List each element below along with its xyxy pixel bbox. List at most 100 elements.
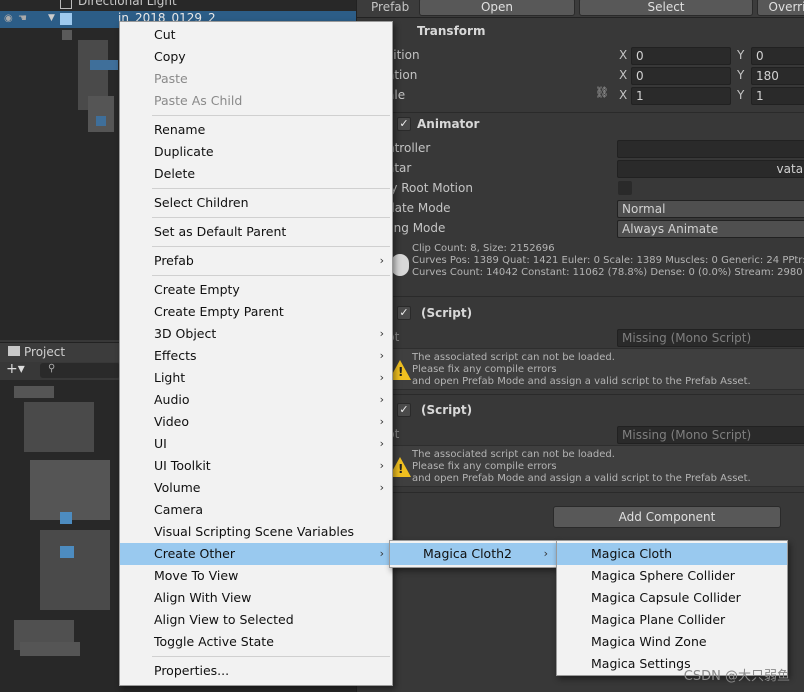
menu-item-volume[interactable]: Volume ›	[120, 477, 392, 499]
controller-field[interactable]	[617, 140, 804, 158]
prefab-label: Prefab	[371, 0, 410, 14]
obscured-item	[90, 60, 118, 70]
open-prefab-button[interactable]: Open	[419, 0, 575, 16]
obscured-item	[62, 30, 72, 40]
rotation-y-field[interactable]: 180	[751, 67, 804, 85]
menu-item-camera[interactable]: Camera	[120, 499, 392, 521]
add-component-button[interactable]: Add Component	[553, 506, 781, 528]
menu-item-label: Paste As Child	[154, 93, 243, 108]
script-enabled-checkbox[interactable]: ✓	[397, 306, 411, 320]
chevron-right-icon: ›	[379, 437, 384, 450]
menu-item-rename[interactable]: Rename	[120, 119, 392, 141]
scale-x-field[interactable]: 1	[631, 87, 731, 105]
obscured-item	[30, 460, 110, 520]
menu-item-label: UI Toolkit	[154, 458, 211, 473]
pick-icon[interactable]: ☚	[18, 13, 27, 24]
script-enabled-checkbox[interactable]: ✓	[397, 403, 411, 417]
animator-info-line: Clip Count: 8, Size: 2152696	[412, 243, 555, 254]
rotation-x-field[interactable]: 0	[631, 67, 731, 85]
menu-item-delete[interactable]: Delete	[120, 163, 392, 185]
menu-item-copy[interactable]: Copy	[120, 46, 392, 68]
menu-item-label: Audio	[154, 392, 190, 407]
menu-item-effects[interactable]: Effects ›	[120, 345, 392, 367]
x-label: X	[619, 68, 628, 82]
chevron-right-icon: ›	[543, 547, 548, 560]
magica-cloth2-submenu: Magica Cloth Magica Sphere Collider Magica…	[556, 540, 788, 676]
obscured-item	[14, 386, 54, 398]
script-field[interactable]: Missing (Mono Script)	[617, 426, 804, 444]
select-prefab-button[interactable]: Select	[579, 0, 753, 16]
warning-line: Please fix any compile errors	[412, 461, 557, 472]
menu-item-create-empty-parent[interactable]: Create Empty Parent	[120, 301, 392, 323]
menu-item-label: Magica Capsule Collider	[591, 590, 741, 605]
update-mode-dropdown[interactable]: Normal	[617, 200, 804, 218]
position-x-field[interactable]: 0	[631, 47, 731, 65]
script-field[interactable]: Missing (Mono Script)	[617, 329, 804, 347]
obscured-item	[60, 512, 72, 524]
culling-mode-dropdown[interactable]: Always Animate	[617, 220, 804, 238]
menu-item-magica-sphere-collider[interactable]: Magica Sphere Collider	[557, 565, 787, 587]
menu-item-ui[interactable]: UI ›	[120, 433, 392, 455]
menu-item-label: Create Empty	[154, 282, 240, 297]
constrain-proportions-icon[interactable]: ⛓	[595, 86, 609, 99]
hierarchy-item[interactable]: Directional Light	[0, 0, 356, 11]
expand-arrow-icon[interactable]: ▼	[48, 13, 55, 23]
chevron-right-icon: ›	[379, 371, 384, 384]
overrides-dropdown[interactable]: Overri	[757, 0, 804, 16]
y-label: Y	[737, 48, 745, 62]
menu-item-magica-plane-collider[interactable]: Magica Plane Collider	[557, 609, 787, 631]
menu-item-video[interactable]: Video ›	[120, 411, 392, 433]
transform-title[interactable]: Transform	[417, 24, 485, 38]
menu-item-label: UI	[154, 436, 167, 451]
script-title[interactable]: (Script)	[421, 403, 472, 417]
menu-item-select-children[interactable]: Select Children	[120, 192, 392, 214]
animator-enabled-checkbox[interactable]: ✓	[397, 117, 411, 131]
project-tab[interactable]: Project	[24, 345, 65, 359]
warning-line: The associated script can not be loaded.	[412, 449, 615, 460]
menu-item-move-to-view[interactable]: Move To View	[120, 565, 392, 587]
apply-root-motion-checkbox[interactable]	[618, 181, 632, 195]
menu-item-duplicate[interactable]: Duplicate	[120, 141, 392, 163]
chevron-right-icon: ›	[379, 547, 384, 560]
menu-item-magica-cloth[interactable]: Magica Cloth	[557, 543, 787, 565]
script-title[interactable]: (Script)	[421, 306, 472, 320]
menu-item-label: Magica Settings	[591, 656, 691, 671]
menu-item-magica-capsule-collider[interactable]: Magica Capsule Collider	[557, 587, 787, 609]
add-icon[interactable]: +▾	[6, 361, 25, 377]
menu-item-align-with-view[interactable]: Align With View	[120, 587, 392, 609]
menu-item-light[interactable]: Light ›	[120, 367, 392, 389]
menu-item-cut[interactable]: Cut	[120, 24, 392, 46]
menu-item-create-other[interactable]: Create Other ›	[120, 543, 392, 565]
menu-item-label: Select Children	[154, 195, 249, 210]
menu-item-magica-cloth2[interactable]: Magica Cloth2 ›	[390, 543, 556, 565]
menu-item-visual-scripting-scene-variables[interactable]: Visual Scripting Scene Variables	[120, 521, 392, 543]
menu-item-label: Move To View	[154, 568, 239, 583]
eye-icon[interactable]: ◉	[4, 13, 13, 24]
scale-y-field[interactable]: 1	[751, 87, 804, 105]
menu-item-label: Delete	[154, 166, 196, 181]
menu-item-create-empty[interactable]: Create Empty	[120, 279, 392, 301]
menu-item-prefab[interactable]: Prefab ›	[120, 250, 392, 272]
avatar-field[interactable]: vatar	[617, 160, 804, 178]
menu-separator	[152, 188, 390, 189]
menu-item-ui-toolkit[interactable]: UI Toolkit ›	[120, 455, 392, 477]
menu-item-label: Toggle Active State	[154, 634, 274, 649]
menu-item-label: Create Other	[154, 546, 235, 561]
x-label: X	[619, 88, 628, 102]
divider	[357, 492, 804, 493]
menu-item-3d-object[interactable]: 3D Object ›	[120, 323, 392, 345]
apply-root-motion-label: ly Root Motion	[387, 181, 473, 195]
menu-item-toggle-active-state[interactable]: Toggle Active State	[120, 631, 392, 653]
menu-item-audio[interactable]: Audio ›	[120, 389, 392, 411]
menu-separator	[152, 656, 390, 657]
position-y-field[interactable]: 0	[751, 47, 804, 65]
menu-item-properties[interactable]: Properties...	[120, 660, 392, 682]
chevron-right-icon: ›	[379, 459, 384, 472]
obscured-item	[20, 642, 80, 656]
menu-item-align-view-to-selected[interactable]: Align View to Selected	[120, 609, 392, 631]
obscured-item	[60, 546, 74, 558]
menu-item-set-as-default-parent[interactable]: Set as Default Parent	[120, 221, 392, 243]
animator-title[interactable]: Animator	[417, 117, 479, 131]
chevron-right-icon: ›	[379, 481, 384, 494]
menu-item-magica-wind-zone[interactable]: Magica Wind Zone	[557, 631, 787, 653]
